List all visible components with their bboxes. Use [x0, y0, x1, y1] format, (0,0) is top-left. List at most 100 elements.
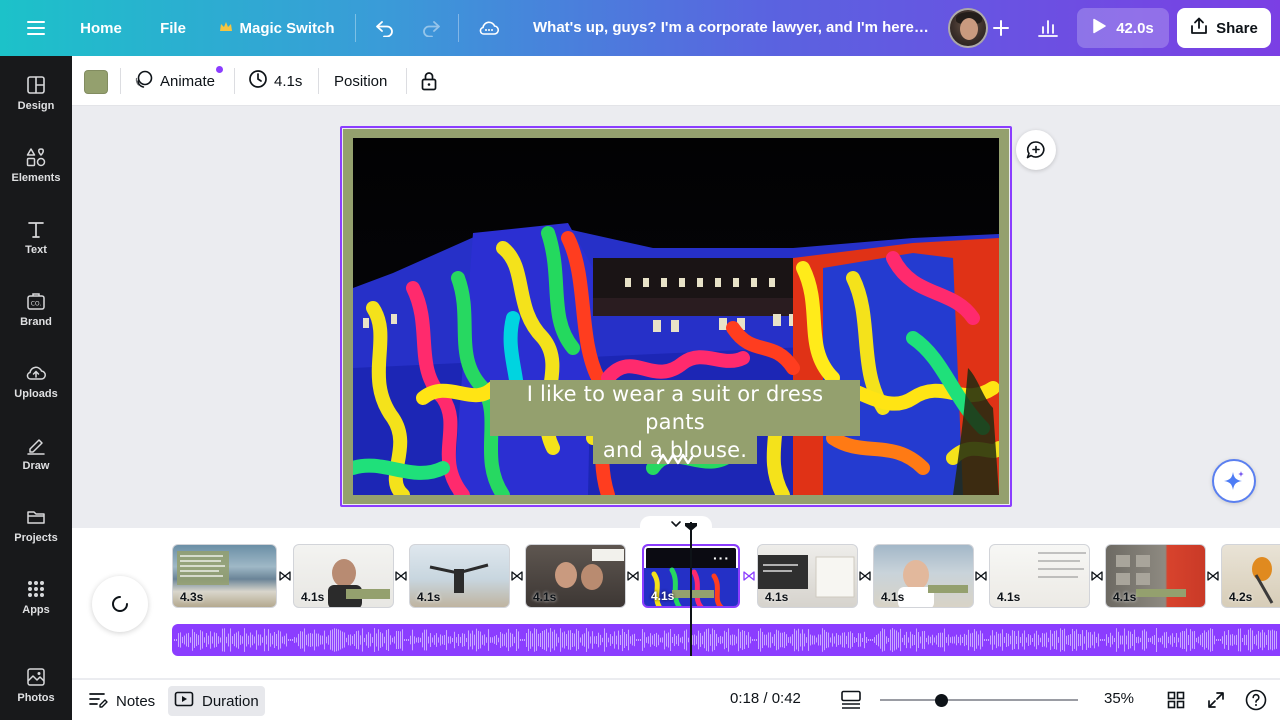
divider	[406, 68, 407, 94]
layout-icon	[27, 76, 45, 94]
animate-icon	[134, 69, 154, 93]
share-label: Share	[1216, 19, 1258, 37]
sidebar-item-brand[interactable]: CO. Brand	[0, 282, 72, 342]
sidebar-item-design[interactable]: Design	[0, 66, 72, 126]
transition-icon[interactable]	[509, 567, 525, 585]
sidebar-item-label: Projects	[14, 532, 58, 544]
duration-button[interactable]: Duration	[168, 686, 265, 716]
file-menu-button[interactable]: File	[150, 12, 196, 44]
zoom-slider[interactable]	[880, 699, 1078, 701]
sidebar-item-label: Apps	[22, 604, 50, 616]
sidebar-item-label: Uploads	[14, 388, 58, 400]
new-feature-dot	[216, 66, 223, 73]
sidebar-item-label: Photos	[17, 692, 55, 704]
notes-label: Notes	[116, 692, 156, 710]
audio-track[interactable]	[172, 624, 1280, 656]
transition-icon[interactable]	[973, 567, 989, 585]
transition-icon[interactable]	[741, 567, 757, 585]
sidebar-item-photos[interactable]: Photos	[0, 658, 72, 718]
help-icon[interactable]	[1243, 688, 1269, 712]
divider	[318, 68, 319, 94]
sidebar-item-elements[interactable]: Elements	[0, 138, 72, 198]
transition-icon[interactable]	[857, 567, 873, 585]
home-button[interactable]: Home	[70, 12, 132, 44]
svg-text:CO.: CO.	[31, 301, 42, 308]
add-collaborator-icon[interactable]	[986, 12, 1016, 44]
clip-duration: 4.2s	[1229, 590, 1253, 604]
timeline-clip[interactable]: 4.1s	[293, 544, 394, 608]
time-readout: 0:18 / 0:42	[730, 690, 801, 707]
zoom-level[interactable]: 35%	[1104, 690, 1134, 707]
clip-more-options-icon[interactable]: ···	[713, 550, 730, 566]
clip-duration: 4.1s	[1113, 590, 1137, 604]
redo-icon[interactable]	[414, 12, 448, 44]
cloud-upload-icon	[26, 366, 46, 380]
transition-icon[interactable]	[1205, 567, 1221, 585]
animate-button[interactable]: Animate	[134, 66, 215, 96]
share-button[interactable]: Share	[1177, 8, 1271, 48]
transition-icon[interactable]	[625, 567, 641, 585]
sidebar-item-apps[interactable]: Apps	[0, 570, 72, 630]
collapse-timeline-icon[interactable]	[640, 516, 712, 532]
magic-switch-button[interactable]: Magic Switch	[212, 12, 342, 44]
folder-icon	[27, 511, 45, 524]
sidebar-item-draw[interactable]: Draw	[0, 426, 72, 486]
play-duration: 42.0s	[1116, 19, 1154, 37]
undo-icon[interactable]	[368, 12, 402, 44]
color-swatch[interactable]	[84, 70, 108, 94]
sidebar-item-label: Design	[17, 100, 55, 112]
sidebar: Design Elements Text CO. Brand Uploads D…	[0, 56, 72, 720]
animate-label: Animate	[160, 72, 216, 90]
playhead-handle-icon[interactable]	[684, 522, 698, 532]
avatar[interactable]	[948, 8, 988, 48]
clip-duration: 4.3s	[180, 590, 204, 604]
top-bar: Home File Magic Switch What's up, guys? …	[0, 0, 1280, 56]
timing-button[interactable]: 4.1s	[248, 66, 302, 96]
timeline-clip[interactable]: 4.1s	[1105, 544, 1206, 608]
design-title[interactable]: What's up, guys? I'm a corporate lawyer,…	[522, 12, 930, 44]
divider	[120, 68, 121, 94]
timeline-clip[interactable]: 4.1s	[989, 544, 1090, 608]
insights-chart-icon[interactable]	[1028, 10, 1068, 46]
grid-icon	[28, 581, 44, 597]
timeline-clip[interactable]: 4.1s	[525, 544, 626, 608]
timeline-clip[interactable]: 4.2s	[1221, 544, 1280, 608]
caption-line-1: I like to wear a suit or dress pants	[490, 380, 860, 436]
notes-button[interactable]: Notes	[82, 686, 161, 716]
lock-icon[interactable]	[420, 66, 438, 96]
clip-duration: 4.1s	[533, 590, 557, 604]
transition-icon[interactable]	[277, 567, 293, 585]
fullscreen-icon[interactable]	[1203, 688, 1229, 712]
scene-view-icon[interactable]	[838, 688, 864, 712]
zoom-slider-handle[interactable]	[935, 694, 948, 707]
sidebar-item-projects[interactable]: Projects	[0, 498, 72, 558]
timeline-clip[interactable]: 4.1s	[757, 544, 858, 608]
loading-spinner-icon	[92, 576, 148, 632]
transition-icon[interactable]	[393, 567, 409, 585]
sidebar-item-text[interactable]: Text	[0, 210, 72, 270]
position-button[interactable]: Position	[334, 66, 387, 96]
playhead[interactable]	[690, 522, 692, 656]
share-icon	[1190, 17, 1208, 39]
timeline-clip[interactable]: 4.3s	[172, 544, 277, 608]
timing-label: 4.1s	[274, 72, 303, 90]
divider	[234, 68, 235, 94]
timeline-clip[interactable]: 4.1s	[409, 544, 510, 608]
sidebar-item-uploads[interactable]: Uploads	[0, 354, 72, 414]
transition-icon[interactable]	[1089, 567, 1105, 585]
add-comment-icon[interactable]	[1016, 130, 1056, 170]
timeline-clip[interactable]: 4.1s	[873, 544, 974, 608]
brand-icon: CO.	[27, 293, 45, 310]
menu-icon[interactable]	[16, 12, 56, 44]
duration-icon	[174, 691, 194, 711]
magic-sparkle-icon[interactable]	[1212, 459, 1256, 503]
play-button[interactable]: 42.0s	[1077, 8, 1169, 48]
clip-duration: 4.1s	[881, 590, 905, 604]
zigzag-decoration-icon	[656, 453, 694, 465]
sidebar-item-label: Text	[25, 244, 47, 256]
clip-duration: 4.1s	[651, 589, 675, 603]
cloud-sync-icon[interactable]	[472, 12, 506, 44]
grid-view-icon[interactable]	[1163, 688, 1189, 712]
pen-icon	[27, 439, 45, 455]
sidebar-item-label: Brand	[20, 316, 52, 328]
